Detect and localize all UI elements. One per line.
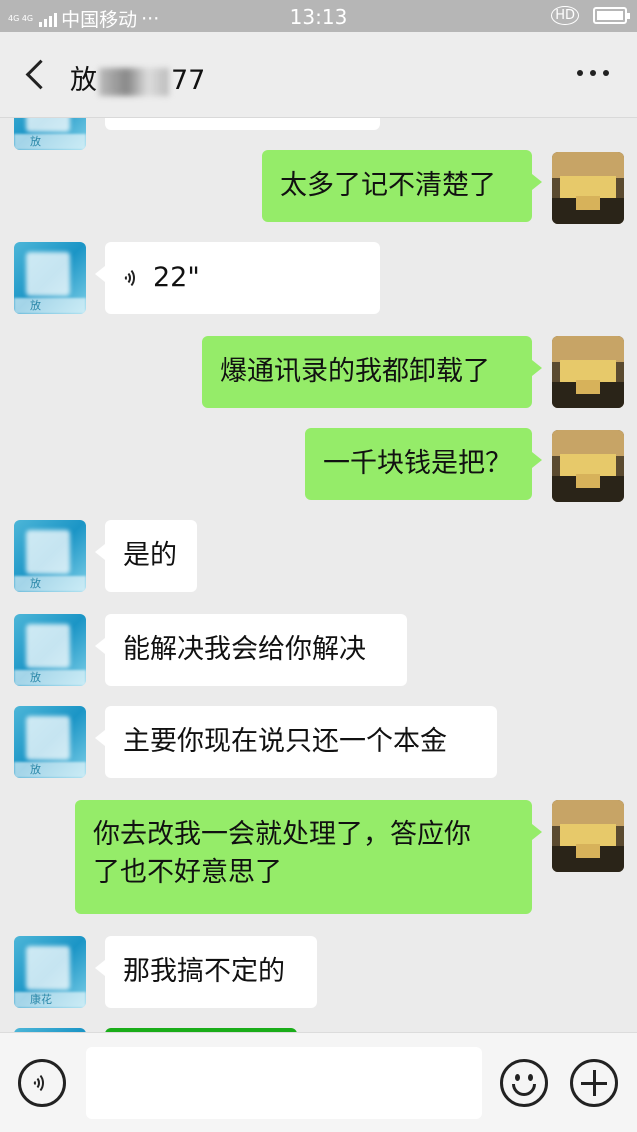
voice-message-bubble[interactable]: 22" xyxy=(95,242,380,314)
input-bar xyxy=(0,1032,637,1132)
my-avatar[interactable] xyxy=(552,800,624,872)
voice-duration: 22" xyxy=(153,262,200,293)
message-bubble[interactable]: 能解决我会给你解决 xyxy=(95,614,407,686)
contact-avatar[interactable]: 放 xyxy=(14,706,86,778)
message-bubble[interactable]: 爆通讯录的我都卸载了 xyxy=(202,336,542,408)
my-avatar[interactable] xyxy=(552,336,624,408)
redacted-name xyxy=(99,67,169,96)
message-list[interactable]: 放 太多了记不清楚了 放 22" 爆通讯录的我都卸载了 一千块钱是把？ 放 是的… xyxy=(0,118,637,1032)
message-bubble[interactable]: 太多了记不清楚了 xyxy=(262,150,542,222)
message-bubble[interactable]: 你去改我一会就处理了，答应你 了也不好意思了 xyxy=(75,800,542,914)
message-bubble[interactable]: 是的 xyxy=(95,520,197,592)
back-button[interactable] xyxy=(22,56,52,92)
message-bubble[interactable]: 那我搞不定的 xyxy=(95,936,317,1008)
hd-call-icon: HD xyxy=(551,6,579,25)
my-avatar[interactable] xyxy=(552,430,624,502)
more-dots-icon xyxy=(577,70,583,76)
contact-avatar[interactable]: 放 xyxy=(14,520,86,592)
chat-header: 放 77 xyxy=(0,32,637,118)
more-button[interactable] xyxy=(577,70,609,76)
chat-title: 放 77 xyxy=(70,65,206,96)
my-avatar[interactable] xyxy=(552,152,624,224)
message-bubble[interactable]: 一千块钱是把？ xyxy=(305,428,542,500)
status-bar: 4G 4G 中国移动 ··· 13:13 HD xyxy=(0,0,637,32)
contact-avatar[interactable]: 放 xyxy=(14,242,86,314)
smile-icon xyxy=(503,1062,545,1104)
voice-input-button[interactable] xyxy=(18,1059,66,1107)
message-input[interactable] xyxy=(86,1047,482,1119)
plus-button[interactable] xyxy=(570,1059,618,1107)
contact-avatar[interactable]: 康花 xyxy=(14,936,86,1008)
emoji-button[interactable] xyxy=(500,1059,548,1107)
voice-input-icon xyxy=(32,1071,52,1095)
contact-avatar[interactable]: 放 xyxy=(14,118,86,150)
battery-icon xyxy=(593,7,630,24)
message-bubble[interactable]: 主要你现在说只还一个本金 xyxy=(95,706,497,778)
message-bubble-partial[interactable] xyxy=(105,118,380,130)
clock: 13:13 xyxy=(289,5,348,29)
voice-wave-icon xyxy=(123,266,143,290)
contact-avatar[interactable]: 放 xyxy=(14,614,86,686)
